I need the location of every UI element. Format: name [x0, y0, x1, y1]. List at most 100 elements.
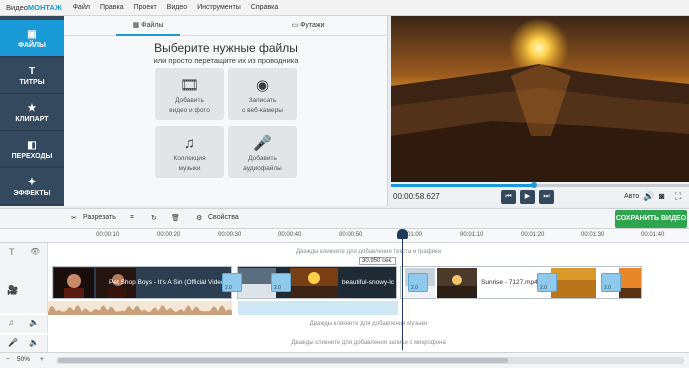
ruler-tick: 01:00 — [407, 232, 423, 238]
playhead-line[interactable] — [402, 232, 403, 350]
transition-marker[interactable]: 2.0 — [222, 273, 242, 292]
app-logo: ВидеоМОНТАЖ — [6, 3, 62, 12]
transition-marker[interactable]: 2.0 — [601, 273, 621, 292]
menu-tools[interactable]: Инструменты — [192, 4, 246, 11]
menu-help[interactable]: Справка — [246, 4, 283, 11]
microphone-icon: 🎤 — [8, 338, 18, 347]
ruler-tick: 00:00:30 — [218, 232, 242, 238]
cut-button[interactable]: Разрезать — [83, 214, 116, 221]
ruler-tick: 00:00:50 — [339, 232, 363, 238]
horizontal-scrollbar[interactable] — [56, 357, 684, 364]
add-video-photo-button[interactable]: 🎞 Добавить видео и фото — [155, 68, 224, 120]
film-icon: ▭ — [291, 22, 299, 29]
next-button[interactable]: ⏭ — [539, 190, 554, 204]
music-collection-button[interactable]: ♫ Коллекция музыки — [155, 126, 224, 178]
tile-label: музыки — [178, 165, 201, 172]
gear-icon: ⚙ — [196, 215, 203, 222]
transition-marker[interactable]: 2.0 — [408, 273, 428, 292]
sidebar-item-files[interactable]: ▣ ФАЙЛЫ — [0, 20, 64, 57]
text-icon: T — [9, 247, 15, 257]
progress-handle[interactable] — [531, 182, 538, 188]
sidebar-item-transitions[interactable]: ◧ ПЕРЕХОДЫ — [0, 131, 64, 168]
video-clip[interactable]: Pet Shop Boys - It's A Sin (Official Vid… — [52, 266, 232, 299]
clip-thumbnail — [54, 268, 94, 298]
zoom-level: 50% — [17, 356, 31, 363]
music-icon: ♫ — [8, 318, 14, 327]
sidebar-item-label: ЭФФЕКТЫ — [13, 190, 51, 197]
previous-button[interactable]: ⏮ — [501, 190, 516, 204]
preview-panel: 00:00:58.627 ⏮ ▶ ⏭ Авто 🔊 ◙ ⛶ — [391, 16, 689, 206]
transition-marker[interactable]: 2.0 — [271, 273, 291, 292]
fullscreen-icon[interactable]: ⛶ — [675, 191, 681, 202]
tab-footage[interactable]: ▭ Футажи — [276, 16, 340, 36]
play-button[interactable]: ▶ — [520, 190, 535, 204]
ruler-tick: 00:01:40 — [641, 232, 665, 238]
transition-duration: 2.0 — [411, 285, 418, 291]
playhead-time: 30.950 сек. — [359, 257, 396, 265]
titles-icon: T — [28, 66, 36, 77]
folder-icon: ▣ — [27, 29, 37, 40]
zoom-in-button[interactable]: + — [40, 356, 44, 363]
files-panel: ▦ Файлы ▭ Футажи Выберите нужные файлы и… — [64, 16, 388, 206]
music-track-controls: ♫ 🔈 — [0, 315, 48, 333]
zoom-bar: − 50% + — [0, 352, 689, 368]
video-preview[interactable] — [391, 16, 689, 182]
tile-label: Добавить — [248, 155, 277, 162]
mic-track-hint[interactable]: Дважды кликните для добавления записи с … — [48, 340, 689, 346]
transition-duration: 2.0 — [604, 285, 611, 291]
webcam-icon: ◉ — [255, 77, 270, 94]
playback-progress[interactable] — [391, 182, 689, 188]
tile-label: Коллекция — [173, 155, 206, 162]
scrollbar-thumb[interactable] — [58, 358, 508, 363]
volume-icon[interactable]: 🔊 — [643, 191, 654, 202]
sidebar-item-label: ПЕРЕХОДЫ — [11, 153, 53, 160]
eye-icon[interactable]: 👁 — [30, 247, 40, 256]
menu-file[interactable]: Файл — [68, 4, 95, 11]
text-track-hint[interactable]: Дважды кликните для добавления текста и … — [48, 249, 689, 255]
playhead-handle[interactable] — [397, 229, 408, 239]
camera-icon: 🎥 — [7, 285, 19, 295]
menu-bar: ВидеоМОНТАЖ Файл Правка Проект Видео Инс… — [0, 0, 689, 16]
timeline-ruler[interactable]: 00:00:10 00:00:20 00:00:30 00:00:40 00:0… — [0, 229, 689, 243]
transition-duration: 2.0 — [225, 285, 232, 291]
ruler-tick: 00:00:10 — [96, 232, 120, 238]
menu-edit[interactable]: Правка — [95, 4, 129, 11]
tile-label: аудиофайлы — [243, 165, 282, 172]
zoom-out-button[interactable]: − — [6, 356, 10, 363]
timeline-tracks: T 👁 Дважды кликните для добавления текст… — [0, 243, 689, 353]
tab-files[interactable]: ▦ Файлы — [116, 16, 180, 36]
snapshot-icon[interactable]: ◙ — [659, 191, 664, 201]
sidebar-item-titles[interactable]: T ТИТРЫ — [0, 57, 64, 94]
properties-button[interactable]: Свойства — [208, 214, 239, 221]
video-clip[interactable]: beautiful-snowy-lc — [237, 266, 397, 299]
music-notes-icon: ♫ — [183, 135, 196, 152]
tile-label: Записать — [248, 97, 277, 104]
sidebar-item-effects[interactable]: ✦ ЭФФЕКТЫ — [0, 168, 64, 205]
transition-marker[interactable]: 2.0 — [537, 273, 557, 292]
save-video-button[interactable]: СОХРАНИТЬ ВИДЕО — [615, 210, 687, 228]
panel-tabs: ▦ Файлы ▭ Футажи — [64, 16, 388, 36]
progress-fill — [391, 184, 535, 187]
sidebar-item-label: ФАЙЛЫ — [18, 42, 46, 49]
trash-icon[interactable]: 🗑 — [171, 214, 180, 222]
quality-auto[interactable]: Авто — [624, 193, 639, 200]
sidebar-item-label: ТИТРЫ — [19, 79, 45, 86]
volume-icon[interactable]: 🔈 — [29, 338, 39, 347]
text-track-controls: T 👁 — [0, 243, 48, 263]
ruler-tick: 00:01:10 — [460, 232, 484, 238]
audio-waveform[interactable] — [48, 301, 689, 315]
transition-duration: 2.0 — [274, 285, 281, 291]
scissors-icon: ✂ — [71, 215, 77, 222]
mic-track-controls: 🎤 🔈 — [0, 335, 48, 353]
menu-project[interactable]: Проект — [129, 4, 162, 11]
magic-wand-icon: ✦ — [27, 177, 37, 188]
menu-video[interactable]: Видео — [162, 4, 192, 11]
add-audio-button[interactable]: 🎤 Добавить аудиофайлы — [228, 126, 297, 178]
rotate-icon[interactable]: ↻ — [151, 214, 157, 222]
music-track-hint[interactable]: Дважды кликните для добавления музыки — [48, 321, 689, 327]
record-webcam-button[interactable]: ◉ Записать с веб-камеры — [228, 68, 297, 120]
transition-duration: 2.0 — [540, 285, 547, 291]
volume-icon[interactable]: 🔈 — [29, 318, 39, 327]
sidebar-item-clipart[interactable]: ★ КЛИПАРТ — [0, 94, 64, 131]
crop-icon[interactable]: ⌗ — [130, 214, 134, 222]
